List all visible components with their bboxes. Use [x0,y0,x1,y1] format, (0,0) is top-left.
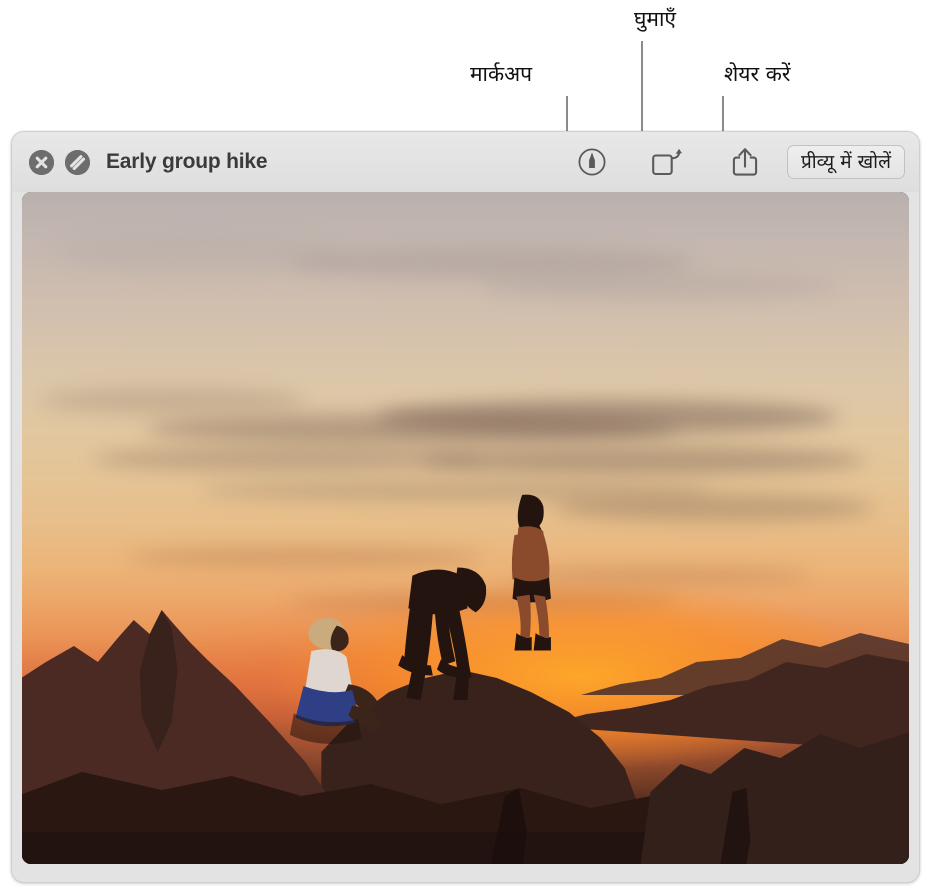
markup-slash-icon[interactable] [65,149,90,175]
rotate-left-icon [652,149,683,176]
photo-sky-gradient [22,192,909,864]
markup-pen-icon [578,148,606,176]
page-title: Early group hike [106,150,268,173]
callout-label-share: शेयर करें [724,62,791,86]
close-icon[interactable] [29,149,54,175]
rotate-button[interactable] [647,142,687,182]
callout-leader-line-rotate [641,41,643,142]
sunset-hikers-photo[interactable] [22,192,909,864]
person-sitting-silhouette [284,612,382,744]
markup-preview-window: Early group hike प्रीव्यू में खोलें [11,131,920,883]
callout-label-markup: मार्कअप [470,62,533,86]
open-in-preview-button[interactable]: प्रीव्यू में खोलें [786,145,905,179]
window-titlebar: Early group hike प्रीव्यू में खोलें [12,132,919,192]
person-crouching-silhouette [390,545,492,700]
callout-label-rotate: घुमाएँ [634,7,677,31]
screenshot-stage: मार्कअप घुमाएँ शेयर करें Early group hik… [0,0,931,896]
share-button[interactable] [725,142,765,182]
person-standing-silhouette [501,491,559,693]
markup-button[interactable] [572,142,612,182]
share-icon [732,148,758,176]
